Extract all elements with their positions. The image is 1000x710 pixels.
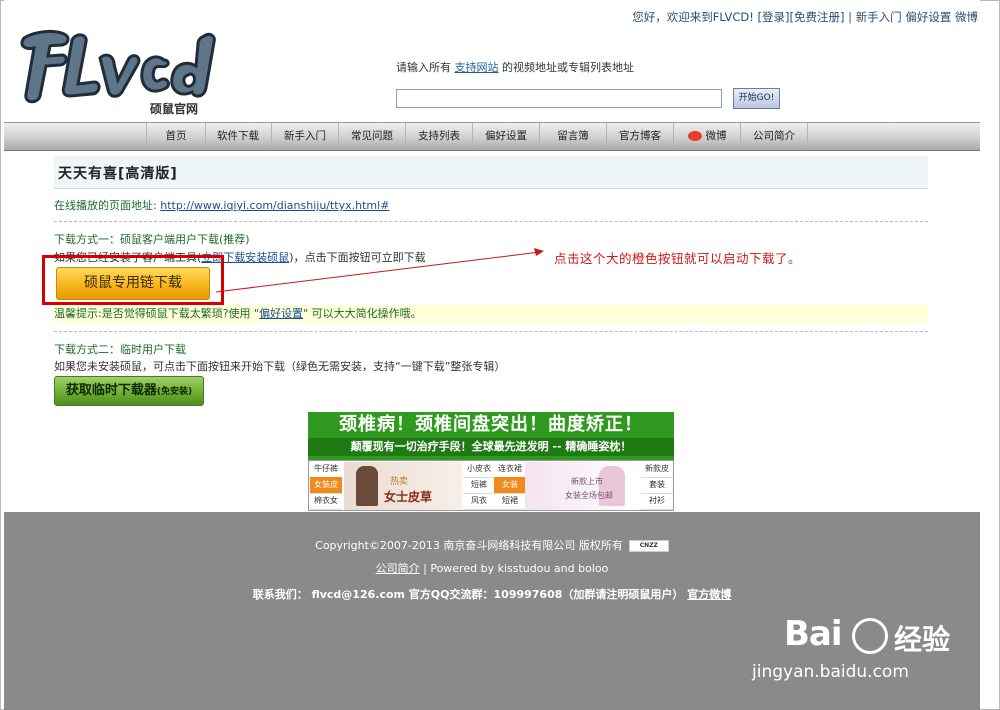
ad-figure-icon [356,466,378,506]
supported-sites-link[interactable]: 支持网站 [455,61,499,74]
preferences-link[interactable]: 偏好设置 [905,10,951,24]
beginner-link[interactable]: 新手入门 [856,10,902,24]
highlight-box [42,255,224,305]
tip-bar: 温馨提示:是否觉得硕鼠下载太繁琐?使用 "偏好设置" 可以大大简化操作哦。 [54,305,928,323]
ad-product-grid: 牛仔裤 女装皮 棉衣女 热卖 女士皮草 小皮衣 短裤 风衣 连衣裙 女装 短裙 … [308,460,674,511]
green-button-label: 获取临时下载器 [65,383,157,398]
separator: | [848,10,853,24]
powered-by-text: | Powered by kisstudou and boloo [419,562,609,575]
baidu-jingyan-watermark: Bai 经验 jingyan.baidu.com [746,608,966,688]
main-nav: 首页 软件下载 新手入门 常见问题 支持列表 偏好设置 留言簿 官方博客 微博 … [4,122,980,151]
nav-faq[interactable]: 常见问题 [339,123,406,150]
ad-img1-small: 热卖 [390,477,409,487]
ad-headline: 颈椎病！颈椎间盘突出！曲度矫正！ [339,414,643,435]
logo-subtitle: 硕鼠官网 [150,102,199,116]
ad-img2-caption: 女装全场包邮 [565,491,613,500]
official-weibo-link[interactable]: 官方微博 [687,588,731,601]
video-title: 天天有喜[高清版] [58,166,178,182]
paw-icon [852,618,888,654]
contact-line: 联系我们： flvcd@126.com 官方QQ交流群：109997608（加群… [4,586,980,602]
search-hint-before: 请输入所有 [396,61,451,74]
top-links: 您好，欢迎来到FLVCD! [登录][免费注册] | 新手入门 偏好设置 微博 [632,9,978,25]
page: 您好，欢迎来到FLVCD! [登录][免费注册] | 新手入门 偏好设置 微博 … [4,0,980,710]
ad-image-dress[interactable]: 新款上市 女装全场包邮 [525,462,639,510]
cnzz-badge[interactable]: CNZZ [628,540,669,552]
nav-guestbook[interactable]: 留言簿 [540,123,607,150]
ad-link[interactable]: 女装皮 [310,477,342,494]
method2-title: 下载方式二：临时用户下载 [54,343,186,356]
ad-link[interactable]: 棉衣女 [310,493,342,510]
advertisement-banner[interactable]: 颈椎病！颈椎间盘突出！曲度矫正！ 颠覆现有一切治疗手段！全球最先进发明 -- 精… [308,412,674,511]
nav-support-list[interactable]: 支持列表 [406,123,473,150]
get-temp-downloader-button[interactable]: 获取临时下载器(免安装) [54,376,204,406]
ad-img1-big: 女士皮草 [384,490,433,504]
ad-img2-small: 新款上市 [571,477,603,486]
video-title-bar: 天天有喜[高清版] [54,156,928,189]
watermark-brand2: 经验 [894,623,951,656]
green-button-small: (免安装) [156,387,193,397]
tip-after: " 可以大大简化操作哦。 [303,307,422,320]
method2-desc: 如果您未安装硕鼠，可点击下面按钮来开始下载（绿色无需安装，支持“一键下载”整张专… [54,360,506,373]
address-url-link[interactable]: http://www.iqiyi.com/dianshiju/ttyx.html… [160,199,389,212]
copyright-line: Copyright©2007-2013 南京奋斗网络科技有限公司 版权所有 CNZ… [4,537,980,553]
watermark-brand: Bai [784,614,843,654]
footer-links: 公司简介 | Powered by kisstudou and boloo [4,560,980,576]
contact-text: 联系我们： flvcd@126.com 官方QQ交流群：109997608（加群… [252,588,684,601]
weibo-icon [687,131,702,141]
method1-desc-after: )，点击下面按钮可立即下载 [289,251,426,264]
nav-beginner[interactable]: 新手入门 [272,123,339,150]
nav-home[interactable]: 首页 [146,123,206,150]
ad-link[interactable]: 女装 [494,477,526,494]
greeting-text: 您好，欢迎来到FLVCD! [632,10,754,24]
nav-software-download[interactable]: 软件下载 [205,123,272,150]
logo-graphic [20,30,216,104]
divider [54,221,928,222]
page-address: 在线播放的页面地址: http://www.iqiyi.com/dianshij… [54,197,389,213]
ad-link[interactable]: 小皮衣 [463,461,495,478]
nav-preferences[interactable]: 偏好设置 [473,123,540,150]
ad-image-fur[interactable]: 热卖 女士皮草 [344,462,462,510]
weibo-link[interactable]: 微博 [955,10,978,24]
ad-link[interactable]: 短裙 [494,493,526,510]
ad-subline: 颠覆现有一切治疗手段！全球最先进发明 -- 精确睡姿枕！ [308,438,674,456]
method1-title: 下载方式一：硕鼠客户端用户下载(推荐) [54,233,250,246]
nav-weibo[interactable]: 微博 [674,123,741,150]
start-go-button[interactable]: 开始GO! [733,88,780,109]
ad-link[interactable]: 牛仔裤 [310,461,342,478]
company-intro-link[interactable]: 公司简介 [376,562,420,575]
search-hint: 请输入所有 支持网站 的视频地址或专辑列表地址 [396,59,634,75]
address-label: 在线播放的页面地址: [54,199,157,212]
copyright-text: Copyright©2007-2013 南京奋斗网络科技有限公司 版权所有 [315,539,623,552]
divider [54,331,928,332]
register-link[interactable]: [免费注册] [790,10,845,24]
ad-link[interactable]: 短裤 [463,477,495,494]
ad-link[interactable]: 衬衫 [641,493,673,510]
watermark-url: jingyan.baidu.com [752,662,909,682]
ad-link[interactable]: 套装 [641,477,673,494]
tip-preferences-link[interactable]: 偏好设置 [259,307,303,320]
nav-company[interactable]: 公司简介 [741,123,808,150]
login-link[interactable]: [登录] [758,10,790,24]
url-search-input[interactable] [396,89,722,108]
search-hint-after: 的视频地址或专辑列表地址 [502,61,634,74]
nav-weibo-label: 微博 [705,130,727,142]
annotation-text: 点击这个大的橙色按钮就可以启动下载了。 [554,251,802,266]
nav-official-blog[interactable]: 官方博客 [607,123,674,150]
ad-headline-block: 颈椎病！颈椎间盘突出！曲度矫正！ 颠覆现有一切治疗手段！全球最先进发明 -- 精… [308,412,674,460]
tip-before: 温馨提示:是否觉得硕鼠下载太繁琐?使用 " [54,307,260,320]
ad-link[interactable]: 风衣 [463,493,495,510]
ad-link[interactable]: 新款皮 [641,461,673,478]
ad-link[interactable]: 连衣裙 [494,461,526,478]
